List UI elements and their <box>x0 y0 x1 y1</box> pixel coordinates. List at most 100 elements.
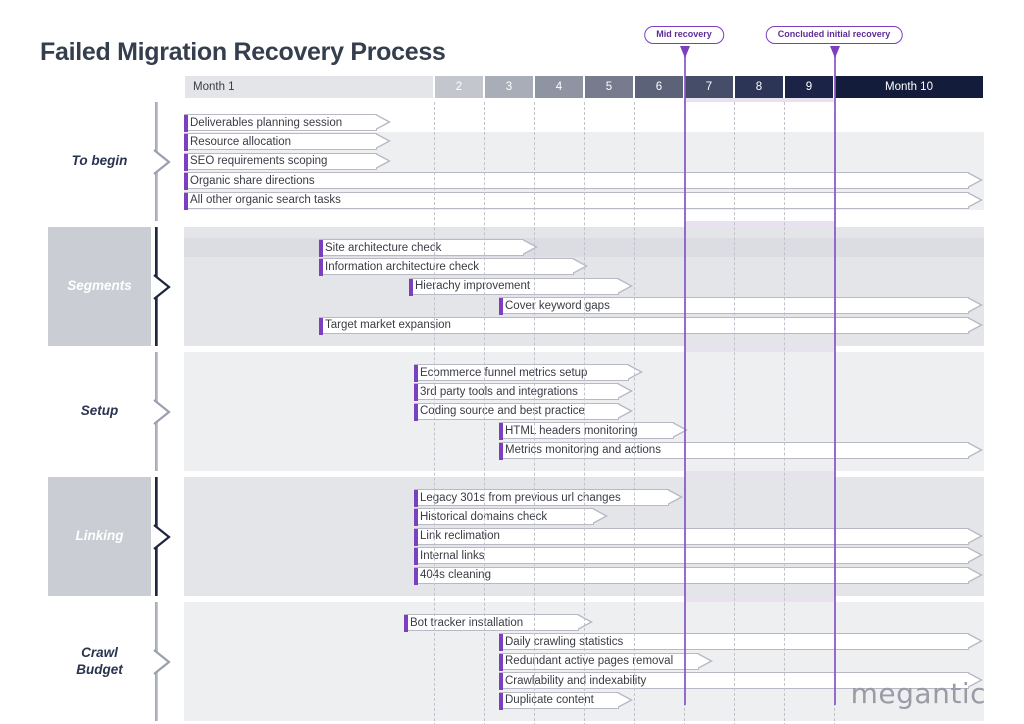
month-header-cell[interactable]: 4 <box>535 76 583 98</box>
task-bar-body: All other organic search tasks <box>184 191 969 210</box>
timeline-plot: Month 1 2 3 4 5 6 7 8 9 Month 10 Deliverables plan… <box>184 26 984 724</box>
task-bar-body: Daily crawling statistics <box>499 633 969 652</box>
task-row[interactable]: HTML headers monitoring <box>184 421 984 441</box>
group-label-text: To begin <box>71 153 128 169</box>
group-label-box[interactable]: To begin <box>48 102 151 221</box>
task-bar[interactable]: Bot tracker installation <box>404 614 594 632</box>
task-bar-arrow-icon <box>617 691 634 709</box>
task-bar-body: Information architecture check <box>319 258 574 277</box>
group-label-box[interactable]: Setup <box>48 352 151 471</box>
task-row[interactable]: Metrics monitoring and actions <box>184 441 984 460</box>
task-bar-body: Ecommerce funnel metrics setup <box>414 364 629 382</box>
gantt-chart-root: Failed Migration Recovery Process Month … <box>0 0 1024 724</box>
month-header-cell[interactable]: 8 <box>735 76 783 98</box>
task-bar[interactable]: Internal links <box>414 547 984 566</box>
group-label-box[interactable]: Segments <box>48 227 151 346</box>
task-bar-start-cap <box>319 240 323 257</box>
task-bar[interactable]: Duplicate content <box>499 691 634 710</box>
task-bar[interactable]: 404s cleaning <box>414 566 984 585</box>
task-row[interactable]: All other organic search tasks <box>184 190 984 210</box>
task-bar[interactable]: Deliverables planning session <box>184 114 392 132</box>
task-label: Metrics monitoring and actions <box>505 444 661 457</box>
month-header-cell[interactable]: 3 <box>485 76 533 98</box>
task-bar[interactable]: Hierachy improvement <box>409 277 634 296</box>
task-row[interactable]: Redundant active pages removal <box>184 652 984 671</box>
task-bar-arrow-icon <box>967 441 984 459</box>
task-row[interactable]: Resource allocation <box>184 132 984 152</box>
task-row[interactable]: 3rd party tools and integrations <box>184 382 984 402</box>
task-bar[interactable]: All other organic search tasks <box>184 191 984 210</box>
chevron-right-icon <box>152 398 172 425</box>
task-row[interactable]: Coding source and best practice <box>184 402 984 421</box>
task-bar[interactable]: HTML headers monitoring <box>499 422 689 441</box>
milestone-label-pill[interactable]: Mid recovery <box>644 26 724 44</box>
task-bar[interactable]: Legacy 301s from previous url changes <box>414 489 684 507</box>
task-label: Cover keyword gaps <box>505 299 610 312</box>
group-label-box[interactable]: Linking <box>48 477 151 596</box>
task-bar[interactable]: Site architecture check <box>319 239 539 257</box>
task-bar[interactable]: 3rd party tools and integrations <box>414 383 634 402</box>
task-bar[interactable]: Resource allocation <box>184 133 392 152</box>
task-bar-start-cap <box>414 365 418 382</box>
task-row[interactable]: Site architecture check <box>184 238 984 258</box>
group-label-text: Setup <box>80 403 119 419</box>
task-label: Daily crawling statistics <box>505 635 624 648</box>
task-row[interactable]: Cover keyword gaps <box>184 296 984 316</box>
task-bar[interactable]: Coding source and best practice <box>414 402 634 421</box>
task-bar-start-cap <box>414 384 418 402</box>
task-bar[interactable]: Metrics monitoring and actions <box>499 441 984 460</box>
task-bar-start-cap <box>414 548 418 566</box>
task-bar[interactable]: Cover keyword gaps <box>499 297 984 316</box>
task-row[interactable]: Link reclimation <box>184 527 984 546</box>
task-bar-body: Metrics monitoring and actions <box>499 441 969 460</box>
task-row[interactable]: Organic share directions <box>184 171 984 191</box>
task-row[interactable]: Information architecture check <box>184 257 984 277</box>
group-label-box[interactable]: Crawl Budget <box>48 602 151 721</box>
task-row[interactable]: Target market expansion <box>184 316 984 335</box>
task-bar-body: Internal links <box>414 547 969 566</box>
milestone-label-pill[interactable]: Concluded initial recovery <box>765 26 903 44</box>
task-bar[interactable]: SEO requirements scoping <box>184 152 392 171</box>
task-bar[interactable]: Information architecture check <box>319 258 589 277</box>
task-bar-arrow-icon <box>967 172 984 189</box>
task-row[interactable]: Internal links <box>184 546 984 566</box>
task-bar[interactable]: Target market expansion <box>319 316 984 335</box>
task-bar[interactable]: Daily crawling statistics <box>499 633 984 652</box>
task-row[interactable]: Hierachy improvement <box>184 277 984 296</box>
task-bar-arrow-icon <box>967 297 984 314</box>
task-bar-body: HTML headers monitoring <box>499 422 674 441</box>
task-bar[interactable]: Historical domains check <box>414 508 609 527</box>
month-header-cell[interactable]: 7 <box>685 76 733 98</box>
task-bar-arrow-icon <box>617 383 634 400</box>
task-row[interactable]: 404s cleaning <box>184 566 984 585</box>
task-bar[interactable]: Ecommerce funnel metrics setup <box>414 364 644 382</box>
task-row[interactable]: SEO requirements scoping <box>184 151 984 172</box>
task-row[interactable]: Daily crawling statistics <box>184 632 984 652</box>
month-header-cell[interactable]: 2 <box>435 76 483 98</box>
task-bar-start-cap <box>499 634 503 652</box>
month-header-cell[interactable]: Month 1 <box>185 76 433 98</box>
month-header-row: Month 1 2 3 4 5 6 7 8 9 Month 10 <box>184 76 984 98</box>
milestone-marker-line <box>684 46 686 705</box>
task-bar-arrow-icon <box>967 633 984 650</box>
task-row[interactable]: Bot tracker installation <box>184 613 984 632</box>
month-header-cell[interactable]: 5 <box>585 76 633 98</box>
task-bar[interactable]: Redundant active pages removal <box>499 652 714 671</box>
task-label: Organic share directions <box>190 174 315 187</box>
task-bar[interactable]: Link reclimation <box>414 527 984 546</box>
month-header-cell[interactable]: 6 <box>635 76 683 98</box>
task-row[interactable]: Deliverables planning session <box>184 113 984 132</box>
task-bar-body: Resource allocation <box>184 133 377 152</box>
task-bar-start-cap <box>414 490 418 507</box>
task-label: Site architecture check <box>325 241 442 254</box>
task-row[interactable]: Historical domains check <box>184 507 984 527</box>
task-bar[interactable]: Organic share directions <box>184 172 984 191</box>
task-bar-arrow-icon <box>667 489 684 506</box>
task-bar-start-cap <box>409 278 413 296</box>
month-header-cell[interactable]: Month 10 <box>835 76 983 98</box>
month-header-cell[interactable]: 9 <box>785 76 833 98</box>
task-label: Redundant active pages removal <box>505 655 674 668</box>
task-row[interactable]: Legacy 301s from previous url changes <box>184 488 984 507</box>
task-bar-start-cap <box>499 692 503 710</box>
task-row[interactable]: Ecommerce funnel metrics setup <box>184 363 984 382</box>
